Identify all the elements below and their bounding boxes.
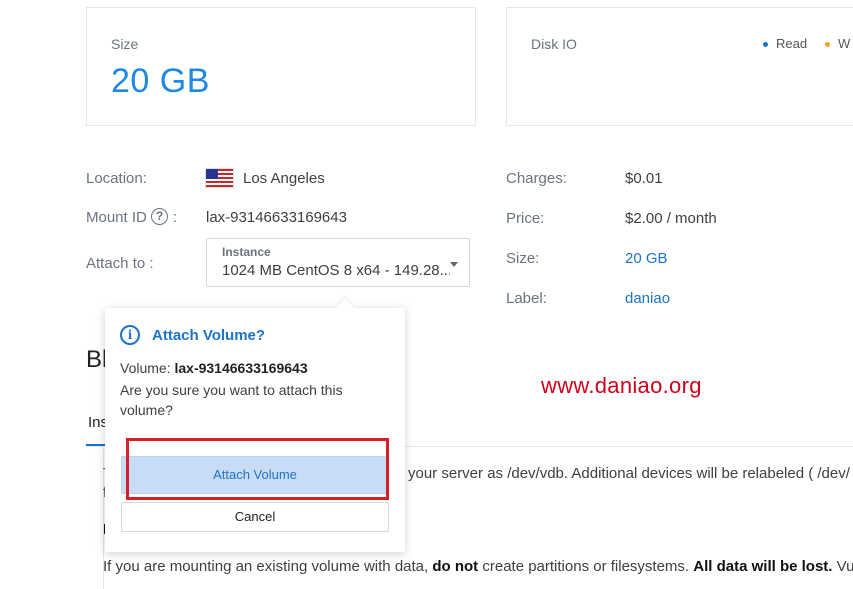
read-dot-icon <box>763 42 768 48</box>
attach-to-label: Attach to : <box>86 255 154 272</box>
instance-select[interactable]: Instance 1024 MB CentOS 8 x64 - 149.28..… <box>206 238 470 287</box>
size-label: Size: <box>506 250 540 267</box>
disk-io-card: Disk IO Read W <box>506 7 853 126</box>
legend-read[interactable]: Read <box>763 36 807 51</box>
location-label: Location: <box>86 170 147 187</box>
watermark-text: www.daniao.org <box>541 373 702 398</box>
location-value: Los Angeles <box>243 170 325 187</box>
size-value-link[interactable]: 20 GB <box>625 250 668 267</box>
us-flag-icon <box>206 169 233 187</box>
label-label: Label: <box>506 290 547 307</box>
instructions-warning: If you are mounting an existing volume w… <box>103 558 853 575</box>
info-icon: i <box>120 325 140 345</box>
annotation-highlight-box <box>126 438 389 500</box>
attach-volume-popover: i Attach Volume? Volume: lax-93146633169… <box>105 298 405 552</box>
legend-read-label: Read <box>776 36 808 51</box>
legend-write-label: W <box>838 36 851 51</box>
popover-volume-id: lax-93146633169643 <box>174 360 308 376</box>
size-card-value: 20 GB <box>111 62 210 100</box>
price-value: $2.00 / month <box>625 210 717 227</box>
label-value-link[interactable]: daniao <box>625 290 670 307</box>
popover-arrow <box>336 298 354 316</box>
instance-select-value: 1024 MB CentOS 8 x64 - 149.28.... <box>222 262 450 279</box>
charges-value: $0.01 <box>625 170 663 187</box>
popover-message: Are you sure you want to attach this vol… <box>120 382 343 418</box>
help-icon[interactable]: ? <box>151 208 168 225</box>
size-card: Size 20 GB <box>86 7 476 126</box>
charges-label: Charges: <box>506 170 567 187</box>
size-card-label: Size <box>111 36 139 52</box>
price-label: Price: <box>506 210 545 227</box>
write-dot-icon <box>825 42 830 48</box>
legend-write[interactable]: W <box>825 36 850 51</box>
cancel-button[interactable]: Cancel <box>121 502 389 532</box>
mount-id-label: Mount ID <box>86 209 147 226</box>
popover-volume: Volume: lax-93146633169643 <box>120 360 308 376</box>
mount-id-colon: : <box>173 209 178 226</box>
disk-io-card-label: Disk IO <box>531 36 577 52</box>
caret-down-icon <box>450 262 458 267</box>
mount-id-value: lax-93146633169643 <box>206 209 347 226</box>
instructions-line1: your server as /dev/vdb. Additional devi… <box>408 465 850 482</box>
popover-title: Attach Volume? <box>152 327 266 344</box>
instance-select-label: Instance <box>222 245 271 259</box>
